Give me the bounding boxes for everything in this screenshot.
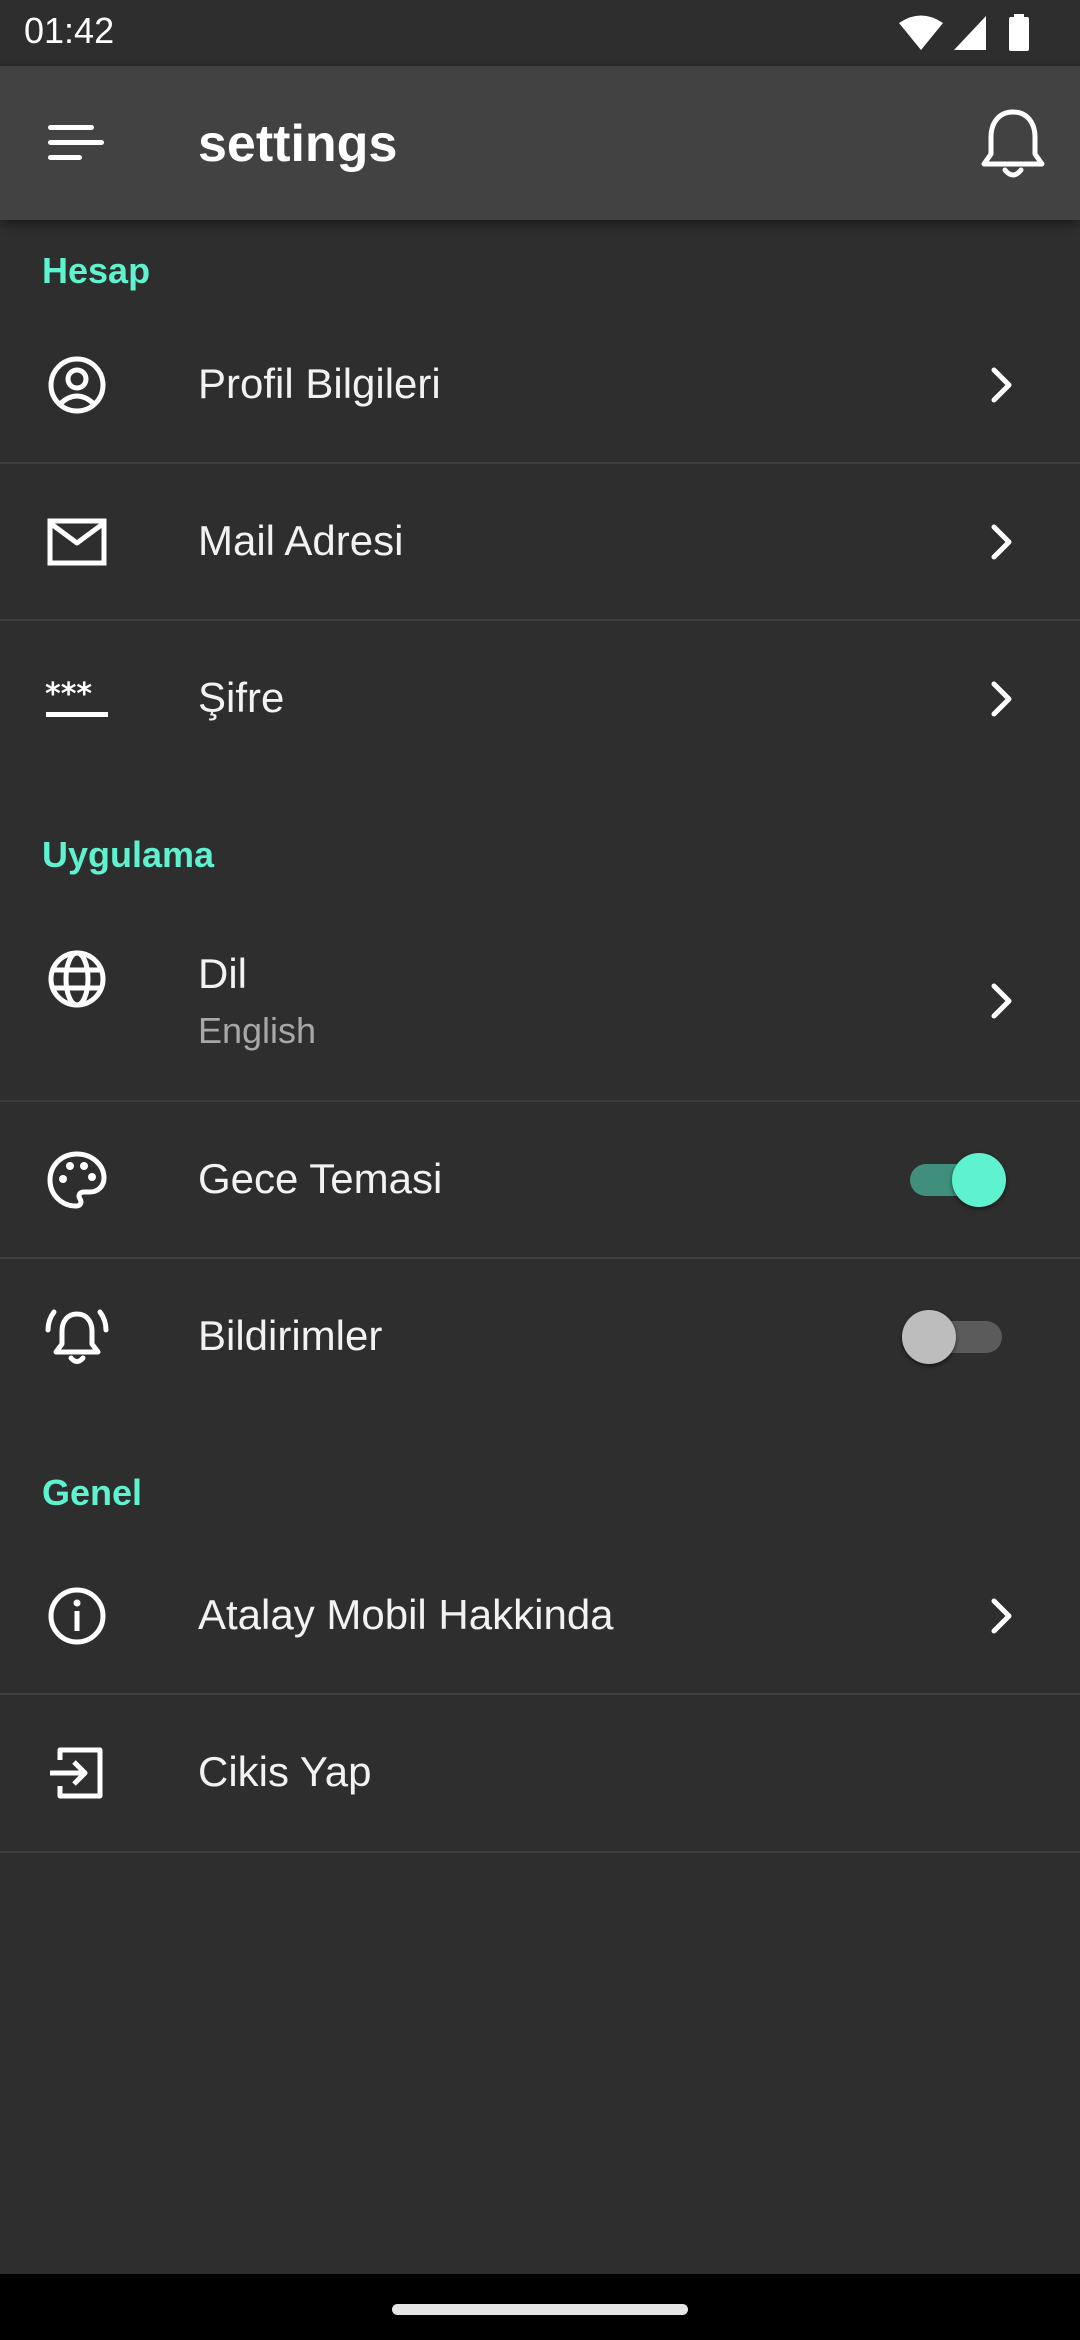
settings-item-label: Mail Adresi	[198, 517, 404, 564]
system-nav-bar	[0, 2274, 1080, 2340]
section-header-account: Hesap	[42, 250, 151, 291]
section-header-general: Genel	[42, 1472, 143, 1513]
mail-icon	[47, 518, 107, 566]
home-indicator[interactable]	[392, 2304, 688, 2315]
chevron-right-icon	[991, 367, 1012, 403]
toggle-thumb	[952, 1153, 1006, 1207]
settings-item-password[interactable]: *** Şifre	[0, 621, 1080, 778]
divider	[0, 1851, 1080, 1853]
chevron-right-icon	[991, 1598, 1012, 1634]
settings-item-label: Cikis Yap	[198, 1748, 372, 1795]
account-circle-icon	[48, 356, 106, 414]
settings-item-label: Gece Temasi	[198, 1155, 443, 1202]
chevron-right-icon	[991, 983, 1012, 1019]
menu-button[interactable]	[40, 113, 110, 173]
settings-item-label: Şifre	[198, 674, 285, 721]
settings-item-notifications: Bildirimler	[0, 1259, 1080, 1416]
app-bar: settings	[0, 66, 1080, 220]
alarm-bell-icon	[45, 1309, 109, 1364]
night-theme-toggle[interactable]	[902, 1149, 1012, 1209]
settings-item-profile[interactable]: Profil Bilgileri	[0, 306, 1080, 464]
palette-icon	[47, 1151, 107, 1209]
settings-item-label: Dil	[198, 950, 247, 997]
settings-item-logout[interactable]: Cikis Yap	[0, 1695, 1080, 1853]
page-title: settings	[198, 115, 398, 173]
section-header-app: Uygulama	[42, 834, 215, 875]
bell-icon	[981, 109, 1045, 178]
chevron-right-icon	[991, 524, 1012, 560]
battery-icon	[1009, 14, 1029, 51]
svg-text:***: ***	[45, 677, 92, 712]
chevron-right-icon	[991, 681, 1012, 717]
status-time: 01:42	[24, 10, 115, 51]
settings-item-night-theme: Gece Temasi	[0, 1102, 1080, 1259]
status-bar: 01:42	[0, 0, 1080, 66]
settings-item-about[interactable]: Atalay Mobil Hakkinda	[0, 1538, 1080, 1695]
wifi-icon	[899, 15, 943, 50]
notifications-toggle[interactable]	[902, 1306, 1012, 1366]
settings-item-label: Atalay Mobil Hakkinda	[198, 1591, 614, 1638]
settings-item-mail[interactable]: Mail Adresi	[0, 464, 1080, 621]
globe-icon	[48, 950, 106, 1008]
settings-item-language[interactable]: Dil English	[0, 900, 1080, 1102]
toggle-thumb	[902, 1310, 956, 1364]
logout-icon	[50, 1747, 103, 1799]
settings-item-label: Bildirimler	[198, 1312, 383, 1359]
password-icon: ***	[45, 677, 108, 717]
signal-icon	[954, 16, 986, 50]
settings-item-label: Profil Bilgileri	[198, 360, 441, 407]
menu-icon	[48, 125, 104, 160]
settings-item-value: English	[198, 1010, 317, 1051]
info-icon	[48, 1587, 106, 1645]
notifications-button[interactable]	[976, 104, 1050, 182]
